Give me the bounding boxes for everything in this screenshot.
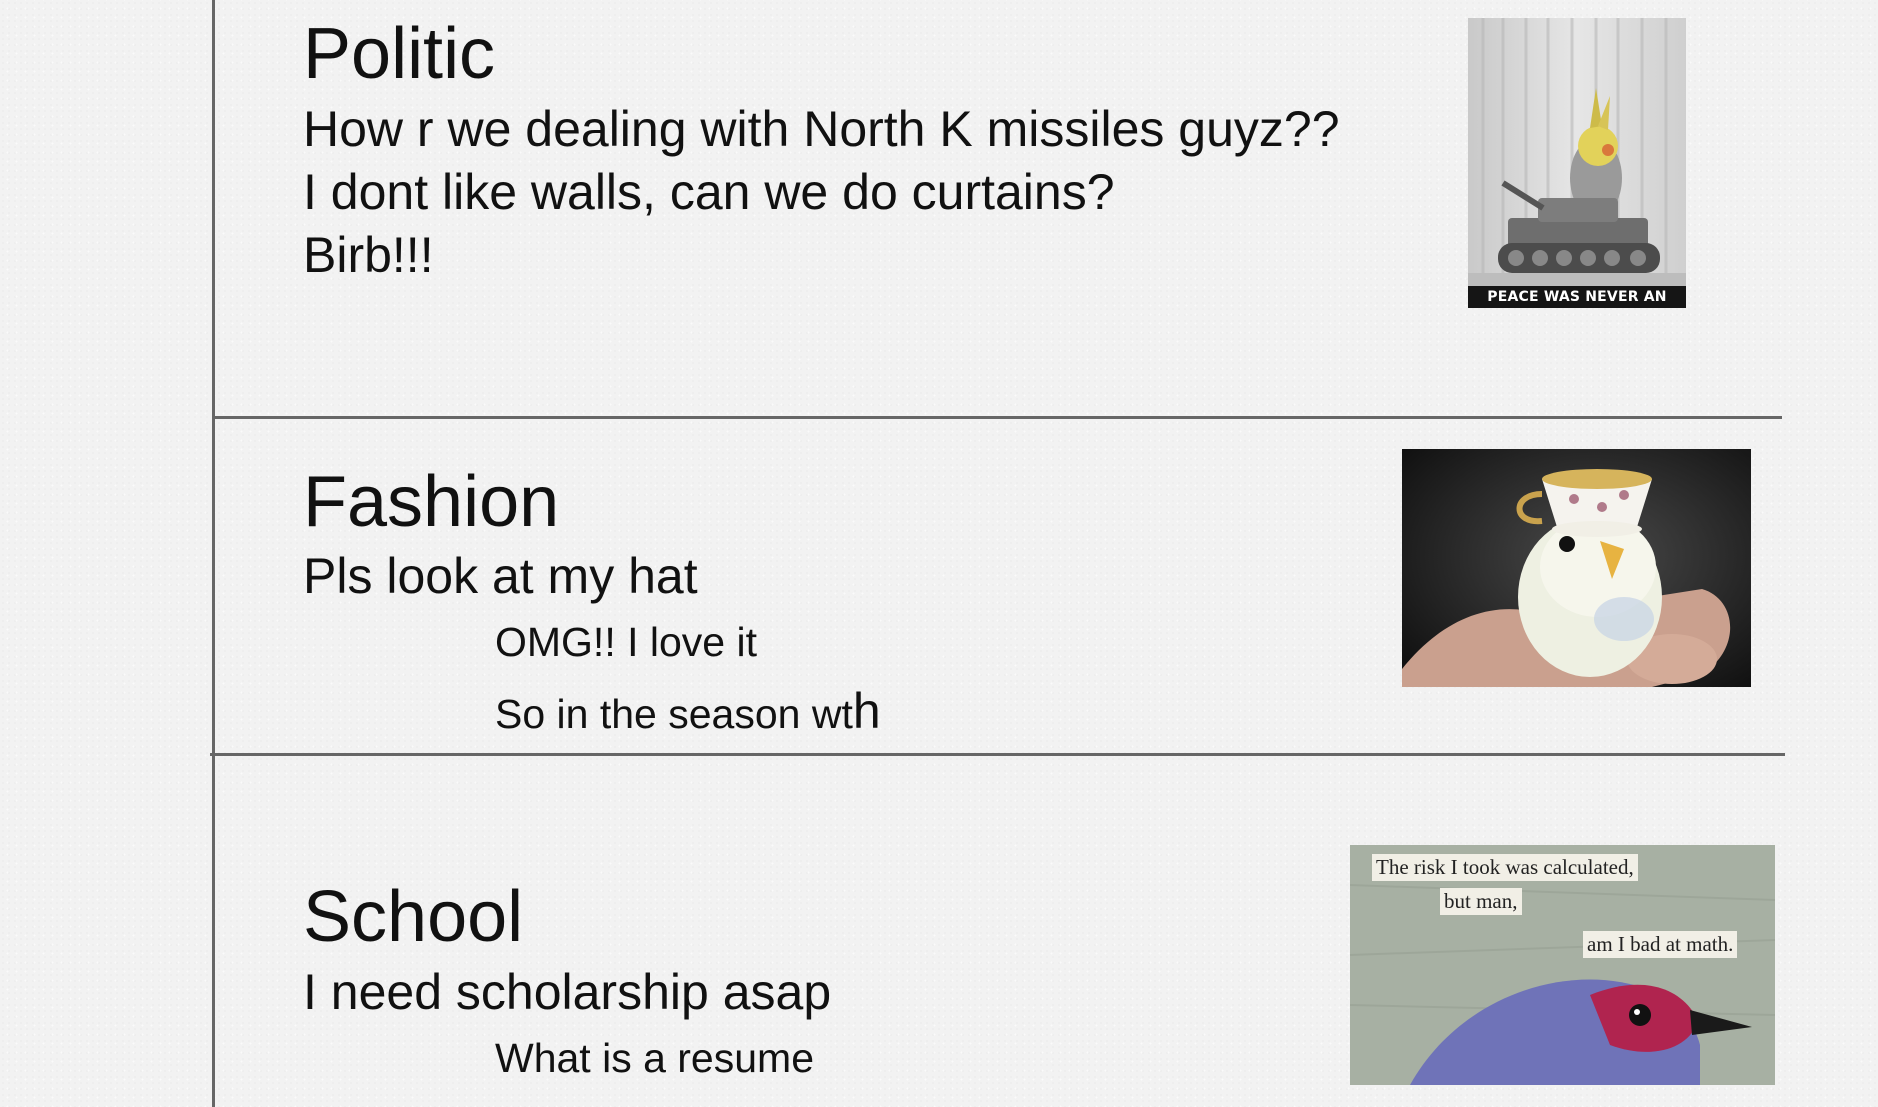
section-title: Politic — [303, 14, 496, 94]
reply-text: So in the season wt — [495, 691, 853, 737]
post-line: Pls look at my hat — [303, 548, 698, 604]
painted-bird-meme-image: The risk I took was calculated, but man,… — [1350, 845, 1775, 1085]
section-title: School — [303, 877, 524, 957]
reply-line: OMG!! I love it — [495, 619, 757, 665]
meme-text-line: The risk I took was calculated, — [1372, 854, 1638, 881]
section-divider-1 — [215, 416, 1782, 419]
post-line: How r we dealing with North K missiles g… — [303, 101, 1340, 157]
cockatiel-tank-image: PEACE WAS NEVER AN OPTION — [1468, 18, 1686, 308]
section-title: Fashion — [303, 462, 560, 542]
budgie-teacup-hat-image — [1402, 449, 1751, 687]
post-line: Birb!!! — [303, 227, 434, 283]
vertical-divider — [212, 0, 215, 1107]
reply-line: What is a resume — [495, 1035, 814, 1081]
reply-text-enlarged: h — [852, 683, 881, 739]
meme-text-line: am I bad at math. — [1583, 931, 1738, 958]
reply-line: So in the season wth — [495, 686, 881, 736]
meme-text-line: but man, — [1440, 888, 1522, 915]
post-line: I need scholarship asap — [303, 964, 832, 1020]
section-divider-2 — [210, 753, 1785, 756]
post-line: I dont like walls, can we do curtains? — [303, 164, 1115, 220]
meme-caption: PEACE WAS NEVER AN OPTION — [1468, 286, 1686, 308]
